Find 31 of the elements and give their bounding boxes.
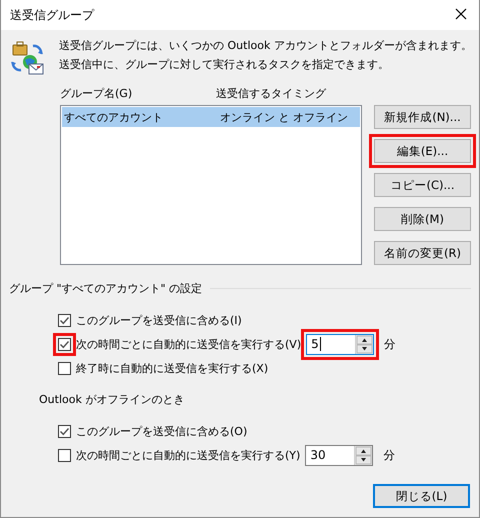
number-spin-field[interactable]: 5 bbox=[306, 334, 374, 354]
checkbox-label[interactable]: 次の時間ごとに自動的に送受信を実行する(Y) bbox=[76, 448, 300, 462]
column-header: 送受信するタイミング bbox=[216, 86, 326, 100]
section-title: グループ "すべてのアカウント" の設定 bbox=[9, 281, 202, 296]
checkbox-label[interactable]: 次の時間ごとに自動的に送受信を実行する(V) bbox=[76, 336, 302, 352]
checkbox-label[interactable]: 終了時に自動的に送受信を実行する(X) bbox=[76, 360, 268, 376]
checkbox[interactable] bbox=[58, 362, 71, 374]
close-icon[interactable] bbox=[455, 8, 467, 20]
action-button[interactable]: 編集(E)... bbox=[374, 139, 471, 163]
checkbox[interactable] bbox=[58, 448, 71, 462]
unit-label: 分 bbox=[384, 336, 396, 352]
window-title: 送受信グループ bbox=[10, 6, 94, 24]
send-receive-icon bbox=[9, 40, 45, 76]
action-button[interactable]: 名前の変更(R) bbox=[374, 241, 471, 265]
action-button[interactable]: 削除(M) bbox=[374, 207, 471, 231]
close-button[interactable]: 閉じる(L) bbox=[373, 484, 470, 508]
action-button[interactable]: 新規作成(N)... bbox=[374, 105, 471, 129]
checkbox[interactable] bbox=[58, 424, 71, 438]
list-row[interactable]: すべてのアカウント オンライン と オフライン bbox=[62, 107, 360, 127]
number-spin-field[interactable]: 30 bbox=[305, 444, 374, 466]
checkbox-label[interactable]: このグループを送受信に含める(O) bbox=[76, 424, 248, 438]
spin-arrows-icon[interactable] bbox=[355, 334, 374, 354]
spin-arrows-icon[interactable] bbox=[354, 446, 372, 464]
column-header: グループ名(G) bbox=[60, 86, 134, 100]
checkbox-label[interactable]: このグループを送受信に含める(I) bbox=[76, 312, 242, 328]
action-button[interactable]: コピー(C)... bbox=[374, 173, 471, 197]
unit-label: 分 bbox=[383, 448, 396, 462]
section-title: Outlook がオフラインのとき bbox=[39, 392, 184, 407]
checkbox[interactable] bbox=[58, 314, 71, 326]
description-text: 送受信グループには、いくつかの Outlook アカウントとフォルダーが含まれます。送受信中に、グループに対して実行されるタスクを指定できます。 bbox=[59, 38, 473, 73]
checkbox[interactable] bbox=[58, 338, 71, 350]
